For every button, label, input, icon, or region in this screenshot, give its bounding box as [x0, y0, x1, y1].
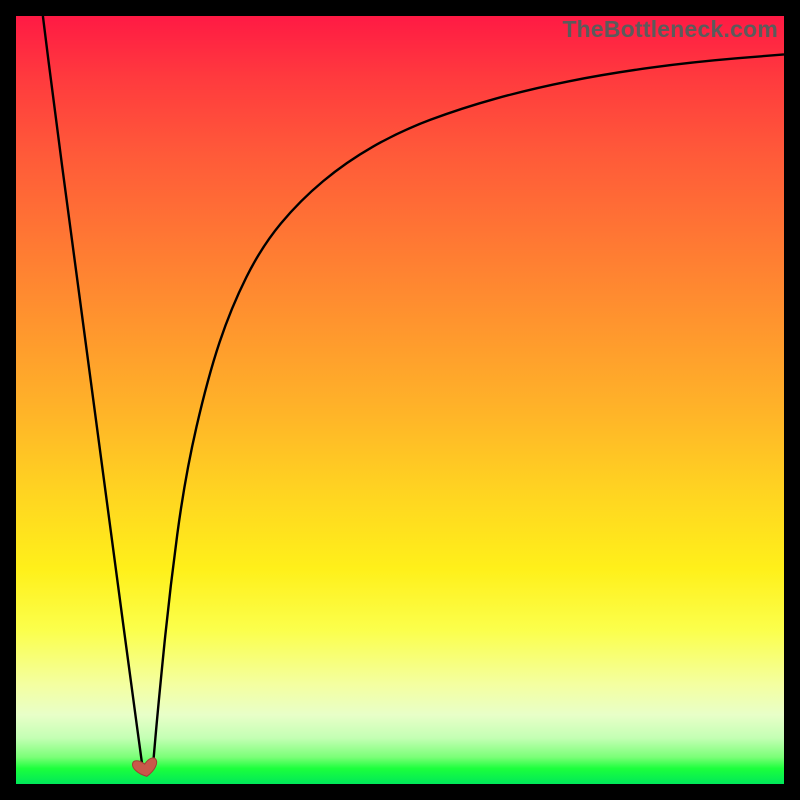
- plot-area: TheBottleneck.com: [16, 16, 784, 784]
- curve-right-branch: [153, 54, 784, 768]
- chart-frame: TheBottleneck.com: [16, 16, 784, 784]
- curve-svg: [16, 16, 784, 784]
- curve-left-branch: [43, 16, 143, 769]
- heart-marker: [132, 757, 159, 778]
